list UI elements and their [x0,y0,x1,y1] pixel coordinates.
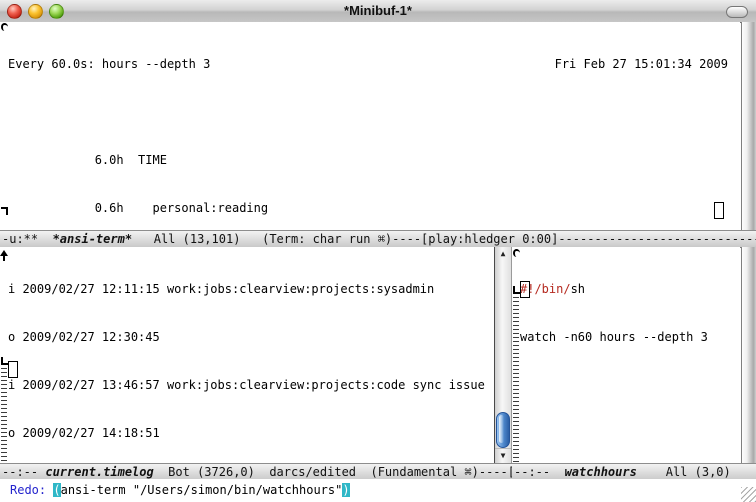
script-pane[interactable]: #!/bin/sh watch -n60 hours --depth 3 [512,247,740,463]
more-above-arrow-icon [3,256,5,261]
modeline-flags: -u:** [2,232,53,246]
buffer-name: current.timelog [45,465,153,479]
scrollbar-down-arrow[interactable]: ▼ [495,448,511,463]
empty-lines-indicator [1,368,7,462]
zoom-button[interactable] [49,4,64,19]
scrollbar-track[interactable] [741,247,756,479]
minibuffer[interactable]: Redo: (ansi-term "/Users/simon/bin/watch… [0,479,756,502]
report-line: 6.0h TIME [8,152,740,168]
timelog-line: o 2009/02/27 14:18:51 [8,425,494,441]
timelog-pane[interactable]: i 2009/02/27 12:11:15 work:jobs:clearvie… [0,247,494,463]
report-line: 0.6h personal:reading [8,200,740,216]
watch-interval-text: Every 60.0s: hours --depth 3 [8,56,210,72]
inactive-cursor [8,361,18,378]
buffer-top-corner-icon [1,23,8,31]
matching-paren-close: ) [342,483,349,497]
scrollbar[interactable]: ▲ ▼ [494,247,512,463]
watch-clock-text: Fri Feb 27 15:01:34 2009 [555,56,728,72]
minibuffer-command: ansi-term "/Users/simon/bin/watchhours" [61,483,343,497]
minibuffer-prompt: Redo: [10,483,53,497]
buffer-bottom-corner-icon [1,207,8,215]
timelog-line: i 2009/02/27 13:46:57 work:jobs:clearvie… [8,377,494,393]
modeline-info: All (3,0) [637,465,731,479]
buffer-name: *ansi-term* [53,232,132,246]
modeline-flags: --:-- [514,465,565,479]
modeline-ansi-term[interactable]: -u:** *ansi-term* All (13,101) (Term: ch… [0,230,756,248]
buffer-bottom-corner-icon [513,286,520,294]
inactive-cursor [520,281,530,298]
shebang-interpreter: sh [571,282,585,296]
emacs-window: *Minibuf-1* Every 60.0s: hours --depth 3… [0,0,756,502]
scrollbar-up-arrow[interactable]: ▲ [495,247,511,261]
inactive-cursor [714,202,724,219]
minimize-button[interactable] [28,4,43,19]
close-button[interactable] [7,4,22,19]
resize-grip[interactable] [741,487,756,502]
buffer-bottom-corner-icon [1,357,8,365]
window-titlebar[interactable]: *Minibuf-1* [0,0,756,23]
modeline-info: Bot (3726,0) darcs/edited (Fundamental ⌘… [154,465,512,479]
script-line: watch -n60 hours --depth 3 [520,329,740,345]
scrollbar-track[interactable] [741,22,756,230]
timelog-line: o 2009/02/27 12:30:45 [8,329,494,345]
blank-line [8,104,740,120]
terminal-pane[interactable]: Every 60.0s: hours --depth 3 Fri Feb 27 … [0,22,740,230]
window-title: *Minibuf-1* [344,3,412,19]
matching-paren-open: ( [53,483,60,497]
empty-lines-indicator [513,297,519,462]
modeline-info: All (13,101) (Term: char run ⌘)----[play… [132,232,756,246]
modeline-watchhours[interactable]: --:-- watchhours All (3,0) [512,463,756,480]
timelog-line: i 2009/02/27 12:11:15 work:jobs:clearvie… [8,281,494,297]
buffer-name: watchhours [565,465,637,479]
modeline-flags: --:-- [2,465,45,479]
scrollbar-thumb[interactable] [496,412,510,448]
modeline-current-timelog[interactable]: --:-- current.timelog Bot (3726,0) darcs… [0,463,512,480]
toolbar-toggle-button[interactable] [726,6,748,18]
buffer-top-corner-icon [513,249,520,257]
